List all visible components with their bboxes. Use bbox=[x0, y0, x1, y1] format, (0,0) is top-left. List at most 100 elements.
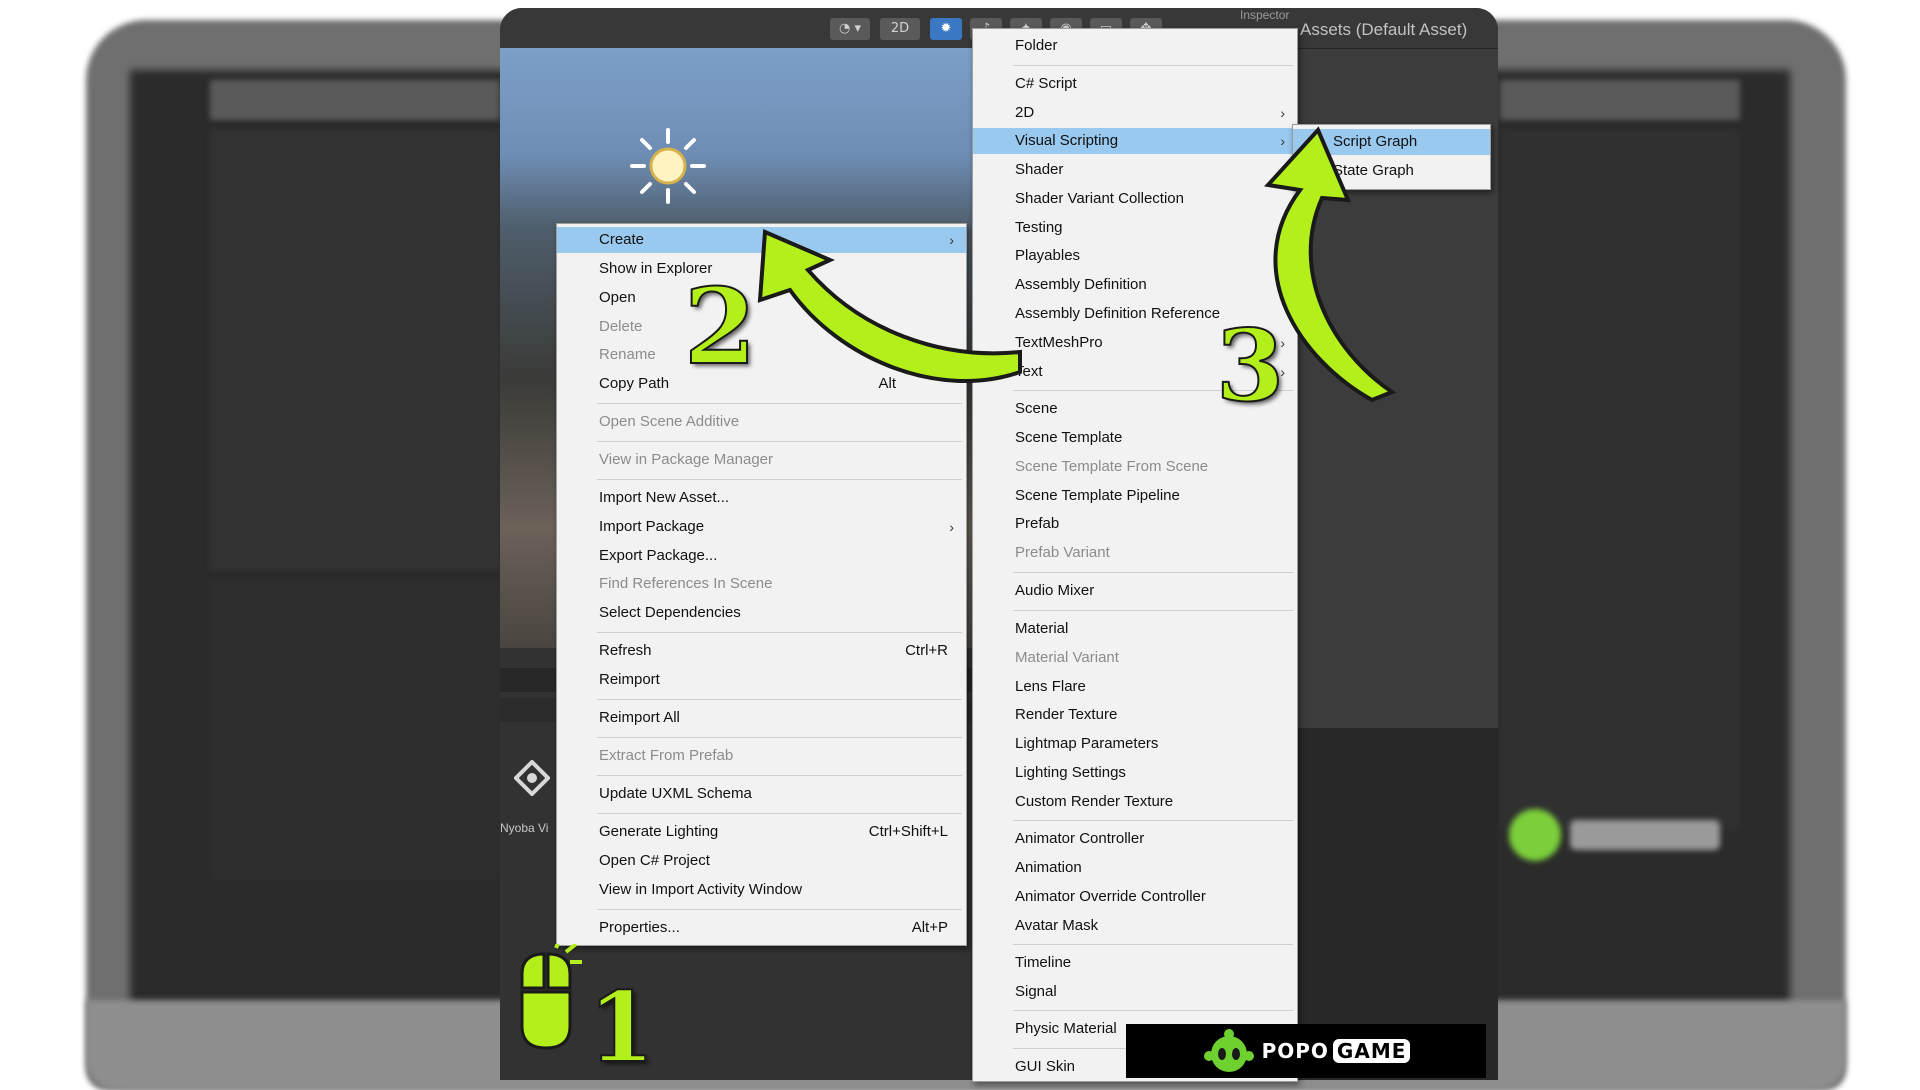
menu-item-lens-flare[interactable]: Lens Flare bbox=[973, 674, 1297, 700]
submenu-arrow-icon: › bbox=[1280, 133, 1285, 149]
menu-item-show-in-explorer[interactable]: Show in Explorer bbox=[557, 256, 966, 282]
menu-item-label: Testing bbox=[1015, 219, 1063, 236]
menu-item-lighting-settings[interactable]: Lighting Settings bbox=[973, 760, 1297, 786]
visual-script-asset-icon[interactable] bbox=[514, 760, 550, 796]
menu-item-playables[interactable]: Playables bbox=[973, 243, 1297, 269]
menu-item-audio-mixer[interactable]: Audio Mixer bbox=[973, 578, 1297, 604]
menu-item-label: Text bbox=[1015, 363, 1043, 380]
menu-item-view-in-import-activity-window[interactable]: View in Import Activity Window bbox=[557, 877, 966, 903]
menu-item-export-package[interactable]: Export Package... bbox=[557, 543, 966, 569]
blurred-project-panel bbox=[210, 580, 500, 880]
menu-item-label: Extract From Prefab bbox=[599, 747, 734, 764]
menu-item-import-new-asset[interactable]: Import New Asset... bbox=[557, 485, 966, 511]
menu-item-label: Properties... bbox=[599, 919, 680, 936]
menu-separator bbox=[597, 403, 962, 404]
menu-item-label: Export Package... bbox=[599, 547, 718, 564]
menu-item-label: Playables bbox=[1015, 247, 1081, 264]
project-context-menu: Create › Show in Explorer Open Delete Ren… bbox=[556, 223, 967, 946]
menu-item-label: Animation bbox=[1015, 859, 1082, 876]
menu-item-shader[interactable]: Shader bbox=[973, 157, 1297, 183]
menu-item-label: Assembly Definition Reference bbox=[1015, 305, 1221, 322]
menu-item-lightmap-parameters[interactable]: Lightmap Parameters bbox=[973, 731, 1297, 757]
menu-item-visual-scripting[interactable]: Visual Scripting › bbox=[973, 128, 1297, 154]
menu-item-label: Generate Lighting bbox=[599, 823, 719, 840]
menu-item-properties[interactable]: Properties... Alt+P bbox=[557, 915, 966, 941]
menu-item-reimport[interactable]: Reimport bbox=[557, 667, 966, 693]
menu-item-label: Select Dependencies bbox=[599, 604, 741, 621]
menu-item-folder[interactable]: Folder bbox=[973, 33, 1297, 59]
menu-item-label: Custom Render Texture bbox=[1015, 793, 1174, 810]
visual-scripting-submenu: Script Graph State Graph bbox=[1292, 124, 1491, 190]
menu-item-2d[interactable]: 2D › bbox=[973, 100, 1297, 126]
directional-light-icon bbox=[630, 128, 706, 204]
menu-separator bbox=[597, 775, 962, 776]
inspector-tab[interactable]: Inspector bbox=[1240, 8, 1289, 22]
menu-item-label: Import Package bbox=[599, 518, 705, 535]
menu-item-label: Copy Path bbox=[599, 375, 670, 392]
menu-item-scene-template-pipeline[interactable]: Scene Template Pipeline bbox=[973, 483, 1297, 509]
step3-number: 3 bbox=[1215, 309, 1285, 424]
menu-item-label: View in Package Manager bbox=[599, 451, 773, 468]
menu-item-label: C# Script bbox=[1015, 75, 1077, 92]
menu-item-import-package[interactable]: Import Package › bbox=[557, 514, 966, 540]
menu-item-label: Open bbox=[599, 289, 636, 306]
menu-item-scene-template[interactable]: Scene Template bbox=[973, 425, 1297, 451]
menu-separator bbox=[1013, 1010, 1293, 1011]
menu-item-label: Scene Template bbox=[1015, 429, 1123, 446]
menu-item-label: Reimport All bbox=[599, 709, 680, 726]
menu-separator bbox=[1013, 572, 1293, 573]
blurred-inspector-panel bbox=[1500, 130, 1740, 830]
menu-item-update-uxml-schema[interactable]: Update UXML Schema bbox=[557, 781, 966, 807]
menu-shortcut: Ctrl+R bbox=[905, 642, 948, 659]
menu-item-testing[interactable]: Testing bbox=[973, 215, 1297, 241]
menu-separator bbox=[1013, 820, 1293, 821]
menu-shortcut: Ctrl+Shift+L bbox=[868, 823, 948, 840]
menu-item-avatar-mask[interactable]: Avatar Mask bbox=[973, 913, 1297, 939]
menu-item-label: GUI Skin bbox=[1015, 1058, 1076, 1075]
menu-item-label: Animator Override Controller bbox=[1015, 888, 1206, 905]
logo-text-left: POPO bbox=[1261, 1039, 1329, 1063]
menu-separator bbox=[597, 632, 962, 633]
menu-item-label: Animator Controller bbox=[1015, 830, 1145, 847]
menu-item-shader-variant-collection[interactable]: Shader Variant Collection bbox=[973, 186, 1297, 212]
menu-item-script-graph[interactable]: Script Graph bbox=[1293, 129, 1490, 155]
menu-item-render-texture[interactable]: Render Texture bbox=[973, 702, 1297, 728]
menu-item-label: Physic Material bbox=[1015, 1020, 1117, 1037]
menu-item-timeline[interactable]: Timeline bbox=[973, 950, 1297, 976]
menu-item-prefab[interactable]: Prefab bbox=[973, 511, 1297, 537]
menu-item-label: Render Texture bbox=[1015, 706, 1118, 723]
menu-item-create[interactable]: Create › bbox=[557, 227, 966, 253]
menu-item-assembly-definition[interactable]: Assembly Definition bbox=[973, 272, 1297, 298]
shading-mode-dropdown[interactable]: ◔ ▾ bbox=[830, 18, 870, 40]
menu-item-open[interactable]: Open bbox=[557, 285, 966, 311]
toggle-2d-button[interactable]: 2D bbox=[880, 18, 920, 40]
menu-item-label: Import New Asset... bbox=[599, 489, 730, 506]
menu-item-open-csharp-project[interactable]: Open C# Project bbox=[557, 848, 966, 874]
menu-item-signal[interactable]: Signal bbox=[973, 979, 1297, 1005]
asset-label[interactable]: Nyoba Vi bbox=[500, 821, 548, 835]
menu-item-state-graph[interactable]: State Graph bbox=[1293, 158, 1490, 184]
menu-item-animator-override-controller[interactable]: Animator Override Controller bbox=[973, 884, 1297, 910]
menu-item-select-dependencies[interactable]: Select Dependencies bbox=[557, 600, 966, 626]
menu-item-label: Shader Variant Collection bbox=[1015, 190, 1184, 207]
menu-separator bbox=[1013, 610, 1293, 611]
menu-item-generate-lighting[interactable]: Generate Lighting Ctrl+Shift+L bbox=[557, 819, 966, 845]
menu-item-label: Scene Template Pipeline bbox=[1015, 487, 1180, 504]
menu-item-animation[interactable]: Animation bbox=[973, 855, 1297, 881]
menu-separator bbox=[597, 699, 962, 700]
lighting-toggle-icon[interactable]: ✹ bbox=[930, 18, 962, 40]
menu-item-material[interactable]: Material bbox=[973, 616, 1297, 642]
menu-item-label: Material Variant bbox=[1015, 649, 1119, 666]
blurred-popogame-logo bbox=[1509, 809, 1720, 861]
menu-item-reimport-all[interactable]: Reimport All bbox=[557, 705, 966, 731]
menu-item-custom-render-texture[interactable]: Custom Render Texture bbox=[973, 789, 1297, 815]
menu-item-refresh[interactable]: Refresh Ctrl+R bbox=[557, 638, 966, 664]
menu-item-csharp-script[interactable]: C# Script bbox=[973, 71, 1297, 97]
menu-item-find-references-in-scene: Find References In Scene bbox=[557, 571, 966, 597]
menu-item-label: Open Scene Additive bbox=[599, 413, 740, 430]
popogame-wordmark: POPO GAME bbox=[1262, 1039, 1411, 1063]
menu-item-copy-path[interactable]: Copy Path Alt bbox=[557, 371, 966, 397]
menu-item-animator-controller[interactable]: Animator Controller bbox=[973, 826, 1297, 852]
blurred-hierarchy-panel bbox=[210, 130, 500, 570]
menu-item-view-in-package-manager: View in Package Manager bbox=[557, 447, 966, 473]
